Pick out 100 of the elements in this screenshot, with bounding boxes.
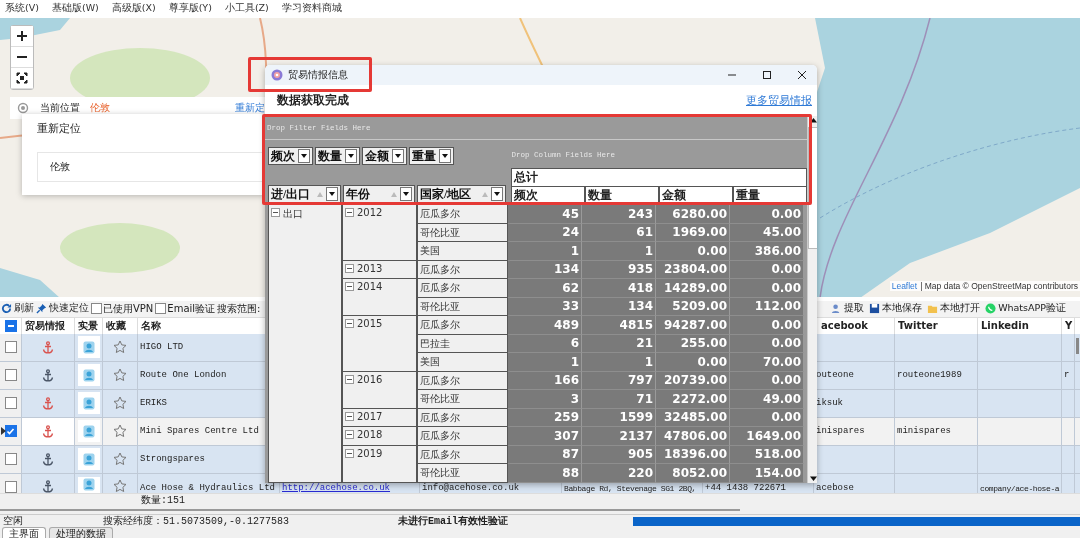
location-label: 当前位置	[40, 100, 80, 115]
row-field-button[interactable]: 国家/地区	[417, 185, 506, 203]
row-field-button[interactable]: 年份	[343, 185, 415, 203]
coordinates-text: 搜索经纬度：51.5073509,-0.1277583	[103, 514, 291, 528]
column-header[interactable]: Linkedin	[978, 317, 1062, 334]
checkbox-option[interactable]: 已使用VPN	[91, 301, 154, 316]
checkbox-option[interactable]: Email验证	[155, 301, 216, 316]
tab[interactable]: 处理的数据	[49, 527, 113, 538]
anchor-icon[interactable]	[42, 479, 54, 493]
collapse-icon[interactable]	[345, 448, 354, 458]
column-header[interactable]: Twitter	[895, 317, 978, 334]
checkbox[interactable]	[155, 303, 167, 315]
row-header-cell: 哥伦比亚	[417, 464, 508, 483]
collapse-icon[interactable]	[345, 282, 354, 291]
select-all-checkbox[interactable]	[4, 319, 17, 332]
anchor-icon[interactable]	[42, 424, 54, 438]
row-checkbox[interactable]	[4, 397, 17, 410]
collapse-icon[interactable]	[345, 263, 354, 273]
row-header-cell: 厄瓜多尔	[417, 427, 508, 446]
collapse-icon[interactable]	[345, 208, 354, 217]
anchor-icon[interactable]	[42, 452, 54, 466]
data-field-button[interactable]: 金额	[362, 147, 407, 165]
star-icon[interactable]	[113, 478, 127, 493]
table-cell: 94287.00	[656, 316, 730, 335]
anchor-icon[interactable]	[42, 340, 54, 354]
row-header-cell: 美国	[417, 353, 508, 372]
locate-icon	[17, 101, 29, 114]
table-cell: 4815	[582, 316, 656, 335]
toolbar-button[interactable]: 本地保存	[869, 302, 923, 316]
menu-item[interactable]: 学习资料商城	[281, 2, 342, 16]
row-checkbox[interactable]	[4, 425, 17, 438]
row-field-button[interactable]: 进/出口	[268, 185, 341, 203]
column-header[interactable]: Y	[1062, 317, 1075, 334]
toolbar-button[interactable]: 快速定位	[36, 302, 89, 316]
row-checkbox[interactable]	[4, 341, 17, 354]
row-header-cell: 厄瓜多尔	[417, 205, 508, 224]
checkbox[interactable]	[91, 303, 102, 315]
row-label: 出口	[283, 207, 303, 221]
collapse-icon[interactable]	[345, 430, 354, 439]
city-field[interactable]: 伦敦	[37, 151, 265, 182]
row-checkbox[interactable]	[4, 369, 17, 382]
anchor-icon[interactable]	[42, 368, 54, 382]
row-header-cell: 厄瓜多尔	[417, 279, 508, 298]
menu-item[interactable]: 尊享版(Y)	[168, 2, 212, 16]
popup-title: 重新定位	[37, 120, 82, 136]
maximize-icon	[762, 70, 772, 80]
row-label: 2013	[357, 262, 383, 274]
location-city: 伦敦	[90, 100, 110, 115]
more-info-link[interactable]: 更多贸易情报	[746, 93, 812, 108]
row-checkbox[interactable]	[4, 453, 17, 466]
data-field-button[interactable]: 频次	[268, 147, 313, 165]
table-cell: 307	[508, 427, 582, 446]
star-icon[interactable]	[113, 452, 127, 467]
anchor-icon[interactable]	[42, 396, 54, 410]
photo-icon[interactable]	[82, 396, 95, 410]
table-cell: routeone1989	[895, 361, 978, 389]
star-icon[interactable]	[113, 340, 127, 355]
toolbar-button[interactable]: 刷新	[1, 302, 34, 316]
relocate-link[interactable]: 重新定	[235, 100, 265, 115]
table-cell: company/ace-hose-a	[978, 473, 1062, 493]
photo-icon[interactable]	[82, 452, 95, 466]
table-cell: 489	[508, 316, 582, 335]
scrollbar[interactable]	[807, 116, 817, 483]
toolbar-button[interactable]: 提取	[831, 302, 865, 316]
menu-item[interactable]: 基础版(W)	[51, 2, 99, 16]
star-icon[interactable]	[113, 396, 127, 411]
row-checkbox[interactable]	[4, 480, 17, 493]
row-header-cell: 厄瓜多尔	[417, 316, 508, 335]
table-cell: 243	[582, 205, 656, 224]
collapse-icon[interactable]	[345, 374, 354, 384]
photo-icon[interactable]	[82, 478, 95, 492]
collapse-icon[interactable]	[271, 208, 280, 217]
column-header[interactable]: 收藏	[103, 317, 138, 334]
scrollbar-thumb[interactable]	[1076, 337, 1079, 354]
menu-item[interactable]: 小工具(Z)	[224, 2, 269, 16]
toolbar-button[interactable]: 本地打开	[927, 302, 981, 316]
tab[interactable]: 主界面	[2, 527, 46, 538]
menu-item[interactable]: 系统(V)	[5, 2, 39, 16]
search-range-label: 搜索范围:	[217, 301, 261, 316]
collapse-icon[interactable]	[345, 411, 354, 421]
zoom-in-button[interactable]	[11, 25, 33, 47]
column-header[interactable]: 贸易情报	[22, 317, 75, 334]
menu-item[interactable]: 高级版(X)	[111, 2, 156, 16]
collapse-icon[interactable]	[345, 319, 354, 328]
star-icon[interactable]	[113, 368, 127, 383]
caret-icon	[392, 149, 404, 163]
caret-icon	[439, 149, 451, 163]
photo-icon[interactable]	[82, 424, 95, 438]
photo-icon[interactable]	[82, 368, 95, 382]
photo-icon[interactable]	[82, 340, 95, 354]
close-icon	[797, 70, 807, 80]
data-field-button[interactable]: 数量	[315, 147, 360, 165]
data-field-button[interactable]: 重量	[409, 147, 454, 165]
caret-icon	[326, 187, 338, 201]
attribution-text: | Map data © OpenStreetMap contributors	[920, 280, 1078, 291]
column-header[interactable]: 实景	[75, 317, 103, 334]
toolbar-button[interactable]: WhatsAPP验证	[985, 302, 1066, 316]
scrollbar-thumb[interactable]	[0, 509, 740, 511]
leaflet-link[interactable]: Leaflet	[891, 280, 918, 291]
star-icon[interactable]	[113, 424, 127, 439]
